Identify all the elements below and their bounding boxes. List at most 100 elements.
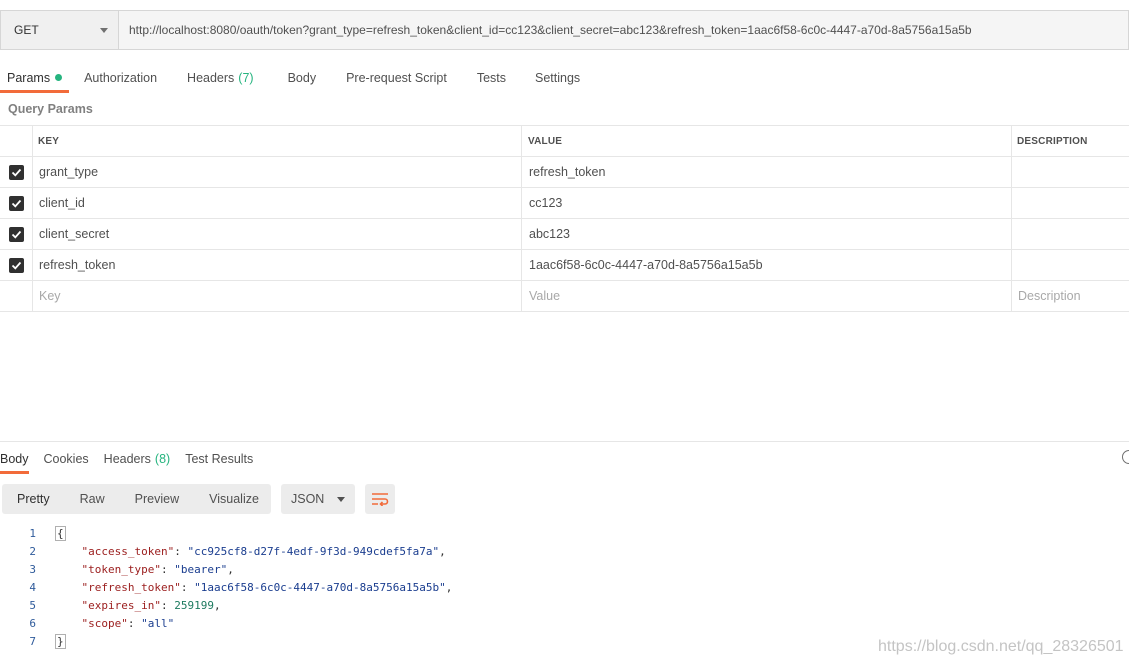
view-mode-group: Pretty Raw Preview Visualize: [2, 484, 271, 514]
chevron-down-icon: [337, 496, 345, 502]
mode-pretty-button[interactable]: Pretty: [2, 484, 65, 514]
tab-headers-label: Headers: [187, 70, 235, 85]
json-comma: ,: [227, 562, 234, 576]
line-number: 2: [29, 544, 36, 558]
code-line: 1 {: [0, 524, 1129, 542]
code-line: 2 "access_token": "cc925cf8-d27f-4edf-9f…: [0, 542, 1129, 560]
line-number: 1: [29, 526, 36, 540]
json-key: "scope": [81, 616, 128, 630]
new-param-row: Key Value Description: [0, 281, 1129, 312]
checkbox-checked-icon[interactable]: [8, 164, 24, 180]
code-line: 4 "refresh_token": "1aac6f58-6c0c-4447-a…: [0, 578, 1129, 596]
mode-visualize-button[interactable]: Visualize: [194, 484, 274, 514]
checkbox-checked-icon[interactable]: [8, 226, 24, 242]
param-description[interactable]: [1012, 250, 1129, 280]
param-key[interactable]: client_secret: [33, 219, 522, 249]
tab-authorization[interactable]: Authorization: [84, 62, 157, 93]
json-key: "access_token": [81, 544, 175, 558]
json-comma: ,: [445, 580, 453, 594]
new-description-input[interactable]: Description: [1012, 281, 1129, 311]
param-value[interactable]: refresh_token: [522, 157, 1012, 187]
param-value[interactable]: cc123: [522, 188, 1012, 218]
mode-preview-button[interactable]: Preview: [120, 484, 194, 514]
code-line: 5 "expires_in": 259199,: [0, 596, 1129, 614]
table-row: client_secret abc123: [0, 219, 1129, 250]
json-value: "bearer": [174, 562, 228, 576]
column-value-header: VALUE: [522, 126, 1012, 156]
tab-body[interactable]: Body: [288, 62, 317, 93]
query-params-title: Query Params: [8, 102, 93, 116]
json-value: "all": [141, 616, 175, 630]
wrap-lines-button[interactable]: [365, 484, 395, 514]
tab-response-headers-label: Headers: [103, 451, 151, 466]
chevron-down-icon: [100, 27, 108, 33]
tab-settings[interactable]: Settings: [535, 62, 580, 93]
param-key[interactable]: client_id: [33, 188, 522, 218]
line-number: 4: [29, 580, 36, 594]
tab-tests[interactable]: Tests: [477, 62, 506, 93]
table-row: client_id cc123: [0, 188, 1129, 219]
json-comma: ,: [439, 544, 446, 558]
param-description[interactable]: [1012, 219, 1129, 249]
param-description[interactable]: [1012, 157, 1129, 187]
line-number: 5: [29, 598, 36, 612]
mode-raw-button[interactable]: Raw: [65, 484, 120, 514]
param-key[interactable]: grant_type: [33, 157, 522, 187]
json-value: "1aac6f58-6c0c-4447-a70d-8a5756a15a5b": [194, 580, 446, 594]
request-url-bar: GET http://localhost:8080/oauth/token?gr…: [0, 10, 1129, 50]
row-check-cell: [0, 219, 33, 249]
row-check-cell: [0, 157, 33, 187]
json-value: 259199: [174, 598, 214, 612]
tab-response-body[interactable]: Body: [0, 443, 29, 474]
response-tabs: Body Cookies Headers (8) Test Results: [0, 443, 268, 474]
json-value: "cc925cf8-d27f-4edf-9f3d-949cdef5fa7a": [187, 544, 440, 558]
json-comma: ,: [213, 598, 221, 612]
new-key-input[interactable]: Key: [33, 281, 522, 311]
code-line: 3 "token_type": "bearer",: [0, 560, 1129, 578]
tab-cookies[interactable]: Cookies: [44, 443, 89, 474]
request-tabs: Params Authorization Headers (7) Body Pr…: [0, 62, 580, 93]
method-label: GET: [14, 23, 39, 37]
tab-test-results[interactable]: Test Results: [185, 443, 253, 474]
watermark-text: https://blog.csdn.net/qq_28326501: [878, 638, 1124, 655]
checkbox-checked-icon[interactable]: [8, 257, 24, 273]
params-header-row: KEY VALUE DESCRIPTION: [0, 126, 1129, 157]
checkbox-checked-icon[interactable]: [8, 195, 24, 211]
new-value-input[interactable]: Value: [522, 281, 1012, 311]
format-select[interactable]: JSON: [281, 484, 355, 514]
json-key: "refresh_token": [81, 580, 181, 594]
line-number: 6: [29, 616, 36, 630]
json-key: "token_type": [81, 562, 161, 576]
response-view-bar: Pretty Raw Preview Visualize JSON: [2, 484, 395, 514]
globe-icon[interactable]: [1122, 450, 1129, 464]
code-line: 6 "scope": "all": [0, 614, 1129, 632]
line-number: 7: [29, 634, 36, 648]
tab-response-headers-count: (8): [154, 451, 171, 466]
column-key-header: KEY: [33, 126, 522, 156]
tab-headers-count: (7): [238, 70, 254, 85]
wrap-lines-icon: [372, 493, 389, 506]
tab-headers[interactable]: Headers (7): [187, 62, 254, 93]
tab-params-label: Params: [7, 70, 51, 85]
row-check-cell: [0, 250, 33, 280]
params-table: KEY VALUE DESCRIPTION grant_type refresh…: [0, 125, 1129, 312]
params-active-dot-icon: [55, 74, 63, 81]
param-value[interactable]: 1aac6f58-6c0c-4447-a70d-8a5756a15a5b: [522, 250, 1012, 280]
param-key[interactable]: refresh_token: [33, 250, 522, 280]
row-check-cell: [0, 188, 33, 218]
param-value[interactable]: abc123: [522, 219, 1012, 249]
tab-params[interactable]: Params: [0, 62, 70, 93]
table-row: grant_type refresh_token: [0, 157, 1129, 188]
tab-response-headers[interactable]: Headers (8): [104, 443, 171, 474]
param-description[interactable]: [1012, 188, 1129, 218]
url-input[interactable]: http://localhost:8080/oauth/token?grant_…: [118, 10, 1129, 50]
open-brace: {: [55, 525, 66, 541]
method-select[interactable]: GET: [0, 10, 118, 50]
close-brace: }: [55, 633, 66, 649]
json-key: "expires_in": [81, 598, 161, 612]
table-row: refresh_token 1aac6f58-6c0c-4447-a70d-8a…: [0, 250, 1129, 281]
column-description-header: DESCRIPTION: [1017, 135, 1088, 147]
response-divider: [0, 441, 1129, 442]
tab-prerequest-script[interactable]: Pre-request Script: [346, 62, 447, 93]
response-body-editor[interactable]: 1 { 2 "access_token": "cc925cf8-d27f-4ed…: [0, 524, 1129, 650]
